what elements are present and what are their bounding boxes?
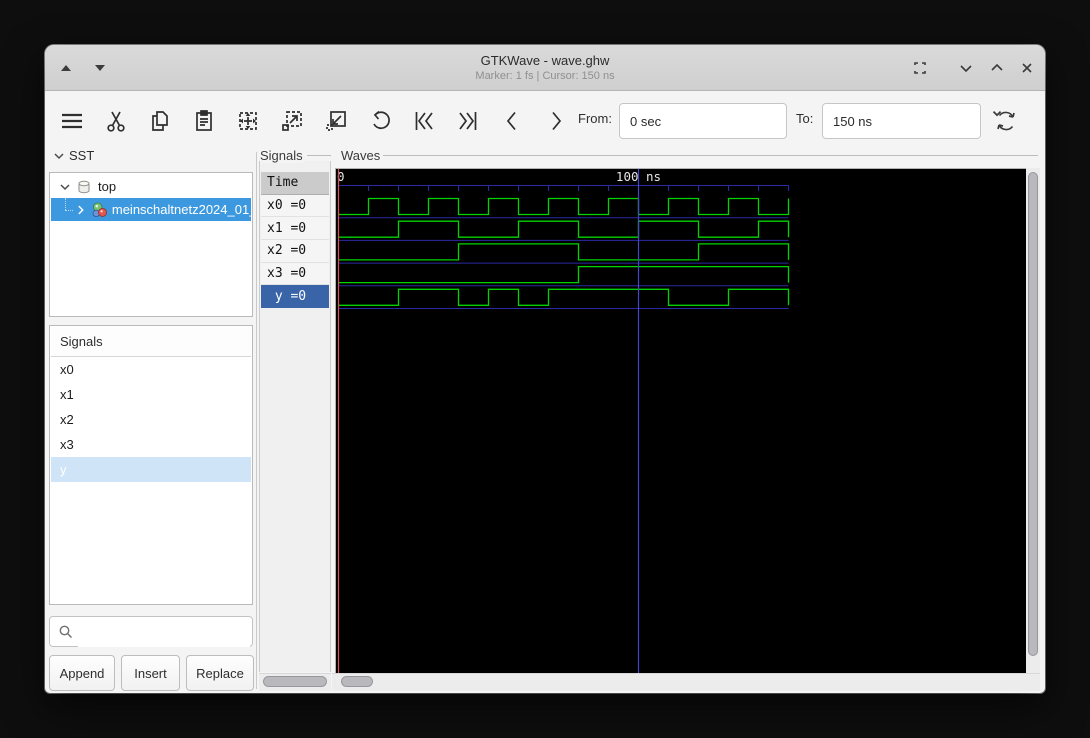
window-subtitle: Marker: 1 fs | Cursor: 150 ns (475, 70, 615, 82)
frame-line (307, 155, 331, 156)
reload-icon (992, 111, 1015, 131)
skip-to-end-icon (459, 112, 477, 130)
list-item-x0[interactable]: x0 (51, 357, 251, 382)
from-label: From: (578, 111, 612, 126)
skip-to-start-icon (415, 112, 433, 130)
waves-frame-label: Waves (341, 148, 381, 163)
zoom-out-icon (326, 111, 346, 131)
to-label: To: (796, 111, 814, 126)
tree-item-top[interactable]: top (51, 175, 251, 198)
signal-search-box (49, 616, 253, 647)
zoom-in-button[interactable] (275, 105, 309, 137)
minimize-icon (960, 65, 972, 73)
undo-icon (373, 110, 390, 130)
expander-open-icon (60, 183, 70, 190)
zoom-fit-icon (239, 112, 257, 130)
wave-x0 (338, 197, 790, 216)
signal-row-x1[interactable]: x1 =0 (261, 217, 329, 241)
undo-button[interactable] (363, 105, 397, 137)
toolbar: From: To: (45, 91, 1045, 152)
paste-button[interactable] (187, 105, 221, 137)
append-button[interactable]: Append (49, 655, 115, 691)
names-hscrollbar-thumb[interactable] (263, 676, 327, 687)
list-item-y[interactable]: y (51, 457, 251, 482)
middle-frame-label: Signals (260, 148, 303, 163)
titlebar[interactable]: GTKWave - wave.ghw Marker: 1 fs | Cursor… (45, 45, 1045, 91)
waves-vscrollbar-thumb[interactable] (1028, 172, 1038, 656)
copy-button[interactable] (143, 105, 177, 137)
time-header: Time (261, 172, 329, 195)
signal-row-x0[interactable]: x0 =0 (261, 194, 329, 218)
paste-icon (196, 110, 212, 131)
window-title: GTKWave - wave.ghw (480, 53, 610, 68)
sst-label: SST (69, 148, 95, 163)
search-icon (59, 625, 72, 638)
close-icon (1022, 63, 1032, 73)
tree-guide-line (65, 198, 66, 210)
from-input[interactable] (619, 103, 787, 139)
zoom-fit-button[interactable] (231, 105, 265, 137)
step-right-button[interactable] (539, 105, 573, 137)
signal-row-x2[interactable]: x2 =0 (261, 240, 329, 263)
signals-list-header: Signals (51, 327, 251, 357)
tree-item-label: meinschaltnetz2024_01_ (111, 202, 251, 217)
wave-x3 (338, 265, 790, 284)
search-input[interactable] (78, 618, 250, 647)
waveform-plot: 0 100 ns (337, 169, 790, 673)
signal-row-x3[interactable]: x3 =0 (261, 262, 329, 286)
menu-button[interactable] (55, 105, 89, 137)
frame-line (383, 155, 1038, 156)
tree-item-label: top (98, 179, 117, 194)
maximize-button[interactable] (986, 59, 1008, 77)
reload-button[interactable] (989, 105, 1023, 137)
skip-to-end-button[interactable] (451, 105, 485, 137)
tree-item-meinschaltnetz[interactable]: meinschaltnetz2024_01_ (51, 198, 251, 221)
menu-icon (62, 113, 82, 129)
cut-button[interactable] (99, 105, 133, 137)
wave-x2 (338, 243, 790, 261)
minimize-button[interactable] (955, 59, 977, 77)
replace-button[interactable]: Replace (186, 655, 254, 691)
list-item-x2[interactable]: x2 (51, 407, 251, 432)
signals-list-panel: Signals x0 x1 x2 x3 y (49, 325, 253, 605)
wave-x1 (338, 220, 790, 238)
gtkwave-window: GTKWave - wave.ghw Marker: 1 fs | Cursor… (45, 45, 1045, 693)
pane-divider[interactable] (256, 152, 257, 689)
chevron-down-icon (54, 152, 64, 159)
signal-name-rows: Time x0 =0 x1 =0 x2 =0 x3 =0 y =0 (261, 172, 329, 309)
zoom-out-button[interactable] (319, 105, 353, 137)
skip-to-start-button[interactable] (407, 105, 441, 137)
maximize-icon (991, 63, 1003, 71)
design-unit-icon (92, 201, 107, 217)
step-left-button[interactable] (495, 105, 529, 137)
insert-button[interactable]: Insert (121, 655, 180, 691)
to-input[interactable] (822, 103, 981, 139)
fullscreen-icon (914, 62, 926, 74)
zoom-in-icon (282, 111, 302, 131)
list-item-x1[interactable]: x1 (51, 382, 251, 407)
signal-row-y[interactable]: y =0 (261, 285, 329, 309)
waves-hscrollbar-thumb[interactable] (341, 676, 373, 687)
close-button[interactable] (1016, 59, 1038, 77)
waves-hscrollbar-track[interactable] (332, 673, 1040, 691)
expander-closed-icon (78, 205, 84, 214)
step-right-icon (552, 111, 562, 131)
wave-canvas[interactable]: 0 100 ns (335, 168, 1027, 674)
sst-tree: top meinschaltnetz2024_01_ (49, 172, 253, 317)
module-cylinder-icon (78, 180, 90, 193)
sst-expander[interactable]: SST (53, 148, 94, 163)
list-item-x3[interactable]: x3 (51, 432, 251, 457)
fullscreen-button[interactable] (909, 59, 931, 77)
copy-icon (152, 111, 168, 131)
tree-guide-line (65, 210, 73, 211)
step-left-icon (506, 111, 516, 131)
cut-icon (107, 111, 125, 132)
wave-y (338, 288, 790, 306)
